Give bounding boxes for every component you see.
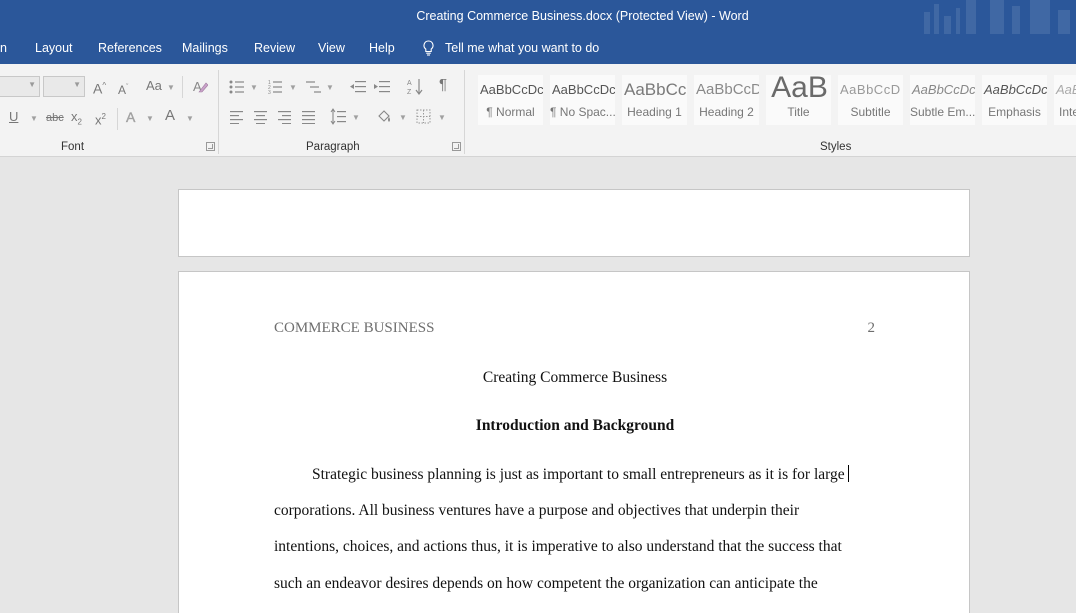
font-name-combo[interactable]: ▼	[0, 76, 40, 97]
clear-formatting-icon[interactable]: A	[192, 78, 208, 94]
styles-group-label: Styles	[820, 141, 852, 153]
document-page-2[interactable]: COMMERCE BUSINESS 2 Creating Commerce Bu…	[178, 271, 970, 613]
style-normal[interactable]: AaBbCcDc ¶ Normal	[478, 75, 543, 125]
style-intense-emphasis[interactable]: AaBb Inte	[1054, 75, 1076, 125]
font-size-combo[interactable]: ▼	[43, 76, 85, 97]
svg-text:▼: ▼	[289, 83, 297, 92]
style-heading-2[interactable]: AaBbCcD Heading 2	[694, 75, 759, 125]
alignment-buttons	[230, 111, 315, 124]
svg-text:Z: Z	[407, 89, 412, 96]
font-color-button[interactable]: A	[165, 108, 175, 124]
numbering-icon: 123	[268, 80, 282, 96]
title-bar: Creating Commerce Business.docx (Protect…	[0, 0, 1076, 34]
section-heading: Introduction and Background	[475, 417, 675, 434]
indent-buttons[interactable]	[349, 78, 395, 96]
ribbon-tabs: n Layout References Mailings Review View…	[0, 34, 1076, 64]
body-line: corporations. All business ventures have…	[274, 502, 800, 519]
svg-text:▼: ▼	[250, 83, 258, 92]
font-group-label: Font	[61, 141, 85, 153]
style-emphasis[interactable]: AaBbCcDc Emphasis	[982, 75, 1047, 125]
document-title: Creating Commerce Business	[482, 369, 668, 386]
subscript-button[interactable]: x2	[71, 109, 82, 131]
bullets-icon	[229, 80, 244, 94]
body-line: such an endeavor desires depends on how …	[274, 575, 818, 592]
tell-me-search[interactable]: Tell me what you want to do	[422, 40, 599, 56]
running-head: COMMERCE BUSINESS	[274, 320, 435, 336]
group-separator	[464, 70, 465, 154]
grow-font-button[interactable]: A^	[93, 78, 106, 97]
tell-me-label: Tell me what you want to do	[445, 41, 600, 55]
ribbon: ▼ ▼ A^ Aˇ Aa ▼ A U ▼ abc x2 x2 A ▼ A ▼ F…	[0, 64, 1076, 157]
svg-text:▼: ▼	[438, 113, 446, 122]
tab-layout[interactable]: Layout	[35, 41, 73, 55]
tab-mailings[interactable]: Mailings	[182, 41, 228, 55]
strikethrough-button[interactable]: abc	[46, 110, 64, 126]
underline-button[interactable]: U	[9, 109, 18, 125]
svg-text:▼: ▼	[326, 83, 334, 92]
svg-text:▼: ▼	[399, 113, 407, 122]
svg-text:3: 3	[268, 90, 271, 96]
body-line: intentions, choices, and actions thus, i…	[274, 538, 842, 555]
paragraph-dialog-launcher[interactable]	[452, 142, 461, 151]
show-formatting-marks-button[interactable]: ¶	[439, 77, 447, 93]
style-no-spacing[interactable]: AaBbCcDc ¶ No Spac...	[550, 75, 615, 125]
style-subtle-emphasis[interactable]: AaBbCcDc Subtle Em...	[910, 75, 975, 125]
list-buttons: ▼ 123 ▼ ▼	[229, 80, 334, 96]
multilevel-list-icon	[306, 81, 321, 93]
tab-view[interactable]: View	[318, 41, 345, 55]
tab-references[interactable]: References	[98, 41, 162, 55]
svg-text:A: A	[407, 80, 412, 87]
change-case-button[interactable]: Aa	[146, 78, 162, 94]
text-effects-button[interactable]: A	[126, 109, 136, 125]
lightbulb-icon	[423, 40, 434, 56]
tab-help[interactable]: Help	[369, 41, 395, 55]
group-separator	[218, 70, 219, 154]
tab-insert-partial[interactable]: n	[0, 41, 7, 55]
font-dialog-launcher[interactable]	[206, 142, 215, 151]
superscript-button[interactable]: x2	[95, 109, 106, 128]
text-cursor	[847, 465, 849, 482]
document-page-1[interactable]	[178, 189, 970, 257]
page-number: 2	[867, 320, 876, 336]
sort-icon[interactable]: AZ	[406, 77, 424, 97]
borders-icon[interactable]: ▼	[414, 108, 446, 126]
tab-review[interactable]: Review	[254, 41, 295, 55]
style-subtitle[interactable]: AaBbCcD Subtitle	[838, 75, 903, 125]
paragraph-group-label: Paragraph	[306, 141, 360, 153]
shading-icon[interactable]: ▼	[375, 108, 407, 126]
shrink-font-button[interactable]: Aˇ	[118, 80, 128, 98]
style-title[interactable]: AaB Title	[766, 75, 831, 125]
style-heading-1[interactable]: AaBbCc Heading 1	[622, 75, 687, 125]
window-title: Creating Commerce Business.docx (Protect…	[416, 9, 749, 23]
body-line: Strategic business planning is just as i…	[274, 465, 849, 484]
line-spacing-icon[interactable]: ▼	[330, 108, 362, 126]
svg-text:▼: ▼	[352, 113, 360, 122]
